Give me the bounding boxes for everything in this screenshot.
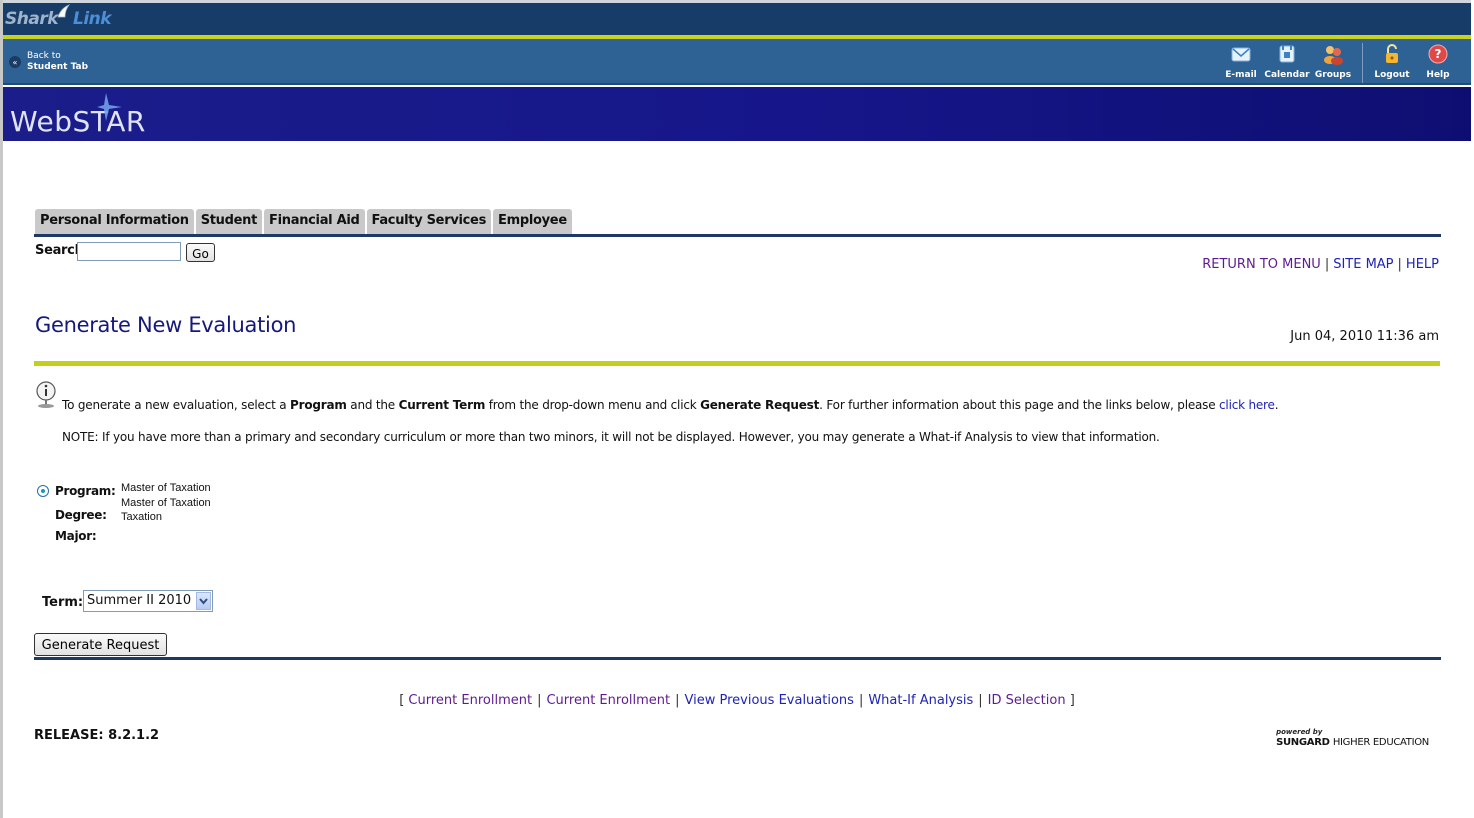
term-select[interactable]: Summer II 2010	[83, 590, 213, 612]
webstar-banner: WebSTAR	[3, 87, 1471, 141]
major-value: Taxation	[121, 511, 162, 523]
back-arrow-icon: «	[9, 56, 21, 68]
groups-icon	[1322, 43, 1344, 65]
groups-label: Groups	[1314, 70, 1352, 80]
current-enrollment-link-2[interactable]: Current Enrollment	[546, 693, 670, 708]
release-version: RELEASE: 8.2.1.2	[34, 728, 160, 743]
sungard-brand: SUNGARD HIGHER EDUCATION	[1276, 737, 1429, 748]
chevron-down-icon[interactable]	[196, 592, 211, 610]
tab-financial-aid[interactable]: Financial Aid	[264, 209, 365, 234]
logout-icon	[1381, 43, 1403, 65]
higher-education-text: HIGHER EDUCATION	[1332, 737, 1429, 748]
help-link[interactable]: HELP	[1406, 257, 1439, 272]
info-icon	[35, 381, 57, 409]
top-link-separator: |	[1397, 257, 1402, 272]
calendar-icon	[1276, 43, 1298, 65]
help-tool[interactable]: ? Help	[1415, 43, 1461, 80]
page-title: Generate New Evaluation	[35, 313, 297, 337]
top-link-separator: |	[1324, 257, 1330, 272]
email-label: E-mail	[1225, 70, 1257, 80]
webstar-logo: WebSTAR	[10, 93, 146, 138]
generate-request-button[interactable]: Generate Request	[34, 633, 167, 656]
page-timestamp: Jun 04, 2010 11:36 am	[1290, 329, 1439, 344]
instructions-bold-term: Current Term	[398, 398, 486, 412]
footer-separator: |	[675, 693, 680, 708]
email-tool[interactable]: E-mail	[1218, 43, 1264, 80]
toolbar-divider	[1362, 43, 1363, 83]
bracket-open: [	[399, 693, 405, 708]
instructions-bold-generate: Generate Request	[700, 398, 820, 412]
portal-navbar: « Back to Student Tab E-mail Calendar Gr…	[3, 39, 1471, 85]
instructions-part: from the drop-down menu and click	[485, 398, 701, 412]
calendar-tool[interactable]: Calendar	[1264, 43, 1310, 80]
program-radio[interactable]	[37, 485, 49, 497]
note-text: NOTE: If you have more than a primary an…	[62, 430, 1160, 444]
instructions-bold-program: Program	[290, 398, 347, 412]
term-label: Term:	[42, 595, 84, 610]
footer-separator: |	[858, 693, 864, 708]
search-input[interactable]	[77, 242, 181, 261]
tab-student[interactable]: Student	[195, 209, 263, 234]
shark-fin-icon	[56, 3, 71, 18]
instructions-part: . For further information about this pag…	[819, 398, 1220, 412]
content-bottom-rule	[34, 657, 1441, 660]
back-line1: Back to	[27, 51, 61, 61]
logo-text-shark: Shark	[5, 9, 59, 29]
major-label: Major:	[55, 529, 97, 543]
instructions-part: To generate a new evaluation, select a	[62, 398, 290, 412]
sungard-text: SUNGARD	[1276, 737, 1330, 748]
return-to-menu-link[interactable]: RETURN TO MENU	[1202, 257, 1321, 272]
top-links: RETURN TO MENU | SITE MAP | HELP	[1202, 257, 1439, 272]
powered-by-text: powered by	[1276, 728, 1323, 736]
logo-text-link: Link	[73, 9, 112, 29]
footer-links: [ Current Enrollment | Current Enrollment |…	[0, 693, 1474, 708]
what-if-analysis-link[interactable]: What-If Analysis	[868, 693, 973, 708]
bracket-close: ]	[1069, 693, 1075, 708]
portal-toolbar: E-mail Calendar Groups Logout ? Help	[1218, 43, 1461, 83]
groups-tool[interactable]: Groups	[1310, 43, 1356, 80]
footer-separator: |	[978, 693, 983, 708]
sharklink-logo[interactable]: Shark Link	[5, 4, 112, 29]
email-icon	[1230, 43, 1252, 65]
click-here-link[interactable]: click here	[1219, 398, 1275, 412]
view-previous-evaluations-link[interactable]: View Previous Evaluations	[685, 693, 854, 708]
degree-label: Degree:	[55, 508, 107, 522]
back-line2: Student Tab	[27, 62, 89, 72]
calendar-label: Calendar	[1264, 70, 1310, 80]
instructions-text: To generate a new evaluation, select a P…	[62, 398, 1279, 412]
tabs-underline	[34, 234, 1441, 237]
site-map-link[interactable]: SITE MAP	[1333, 257, 1393, 272]
logout-label: Logout	[1374, 70, 1410, 80]
help-label: Help	[1426, 70, 1450, 80]
tab-faculty-services[interactable]: Faculty Services	[366, 209, 492, 234]
footer-separator: |	[537, 693, 542, 708]
star-icon	[94, 91, 124, 121]
title-accent-rule	[34, 361, 1440, 366]
powered-by-logo: powered by SUNGARD HIGHER EDUCATION	[1276, 728, 1429, 748]
logout-tool[interactable]: Logout	[1369, 43, 1415, 80]
instructions-part: and the	[346, 398, 399, 412]
webstar-text-web: Web	[10, 105, 73, 138]
instructions-part: .	[1274, 398, 1279, 412]
main-tabs: Personal Information Student Financial A…	[35, 209, 574, 234]
back-to-student-tab-link[interactable]: « Back to Student Tab	[9, 51, 88, 73]
current-enrollment-link-1[interactable]: Current Enrollment	[408, 693, 532, 708]
program-value: Master of Taxation	[121, 482, 211, 494]
degree-value: Master of Taxation	[121, 497, 211, 509]
sharklink-topbar: Shark Link	[3, 0, 1471, 35]
id-selection-link[interactable]: ID Selection	[988, 693, 1066, 708]
program-label: Program:	[55, 484, 116, 498]
search-go-button[interactable]: Go	[186, 243, 215, 262]
svg-text:?: ?	[1435, 47, 1442, 61]
tab-employee[interactable]: Employee	[493, 209, 572, 234]
term-selected-value: Summer II 2010	[87, 593, 192, 608]
tab-personal-information[interactable]: Personal Information	[35, 209, 194, 234]
help-icon: ?	[1427, 43, 1449, 65]
